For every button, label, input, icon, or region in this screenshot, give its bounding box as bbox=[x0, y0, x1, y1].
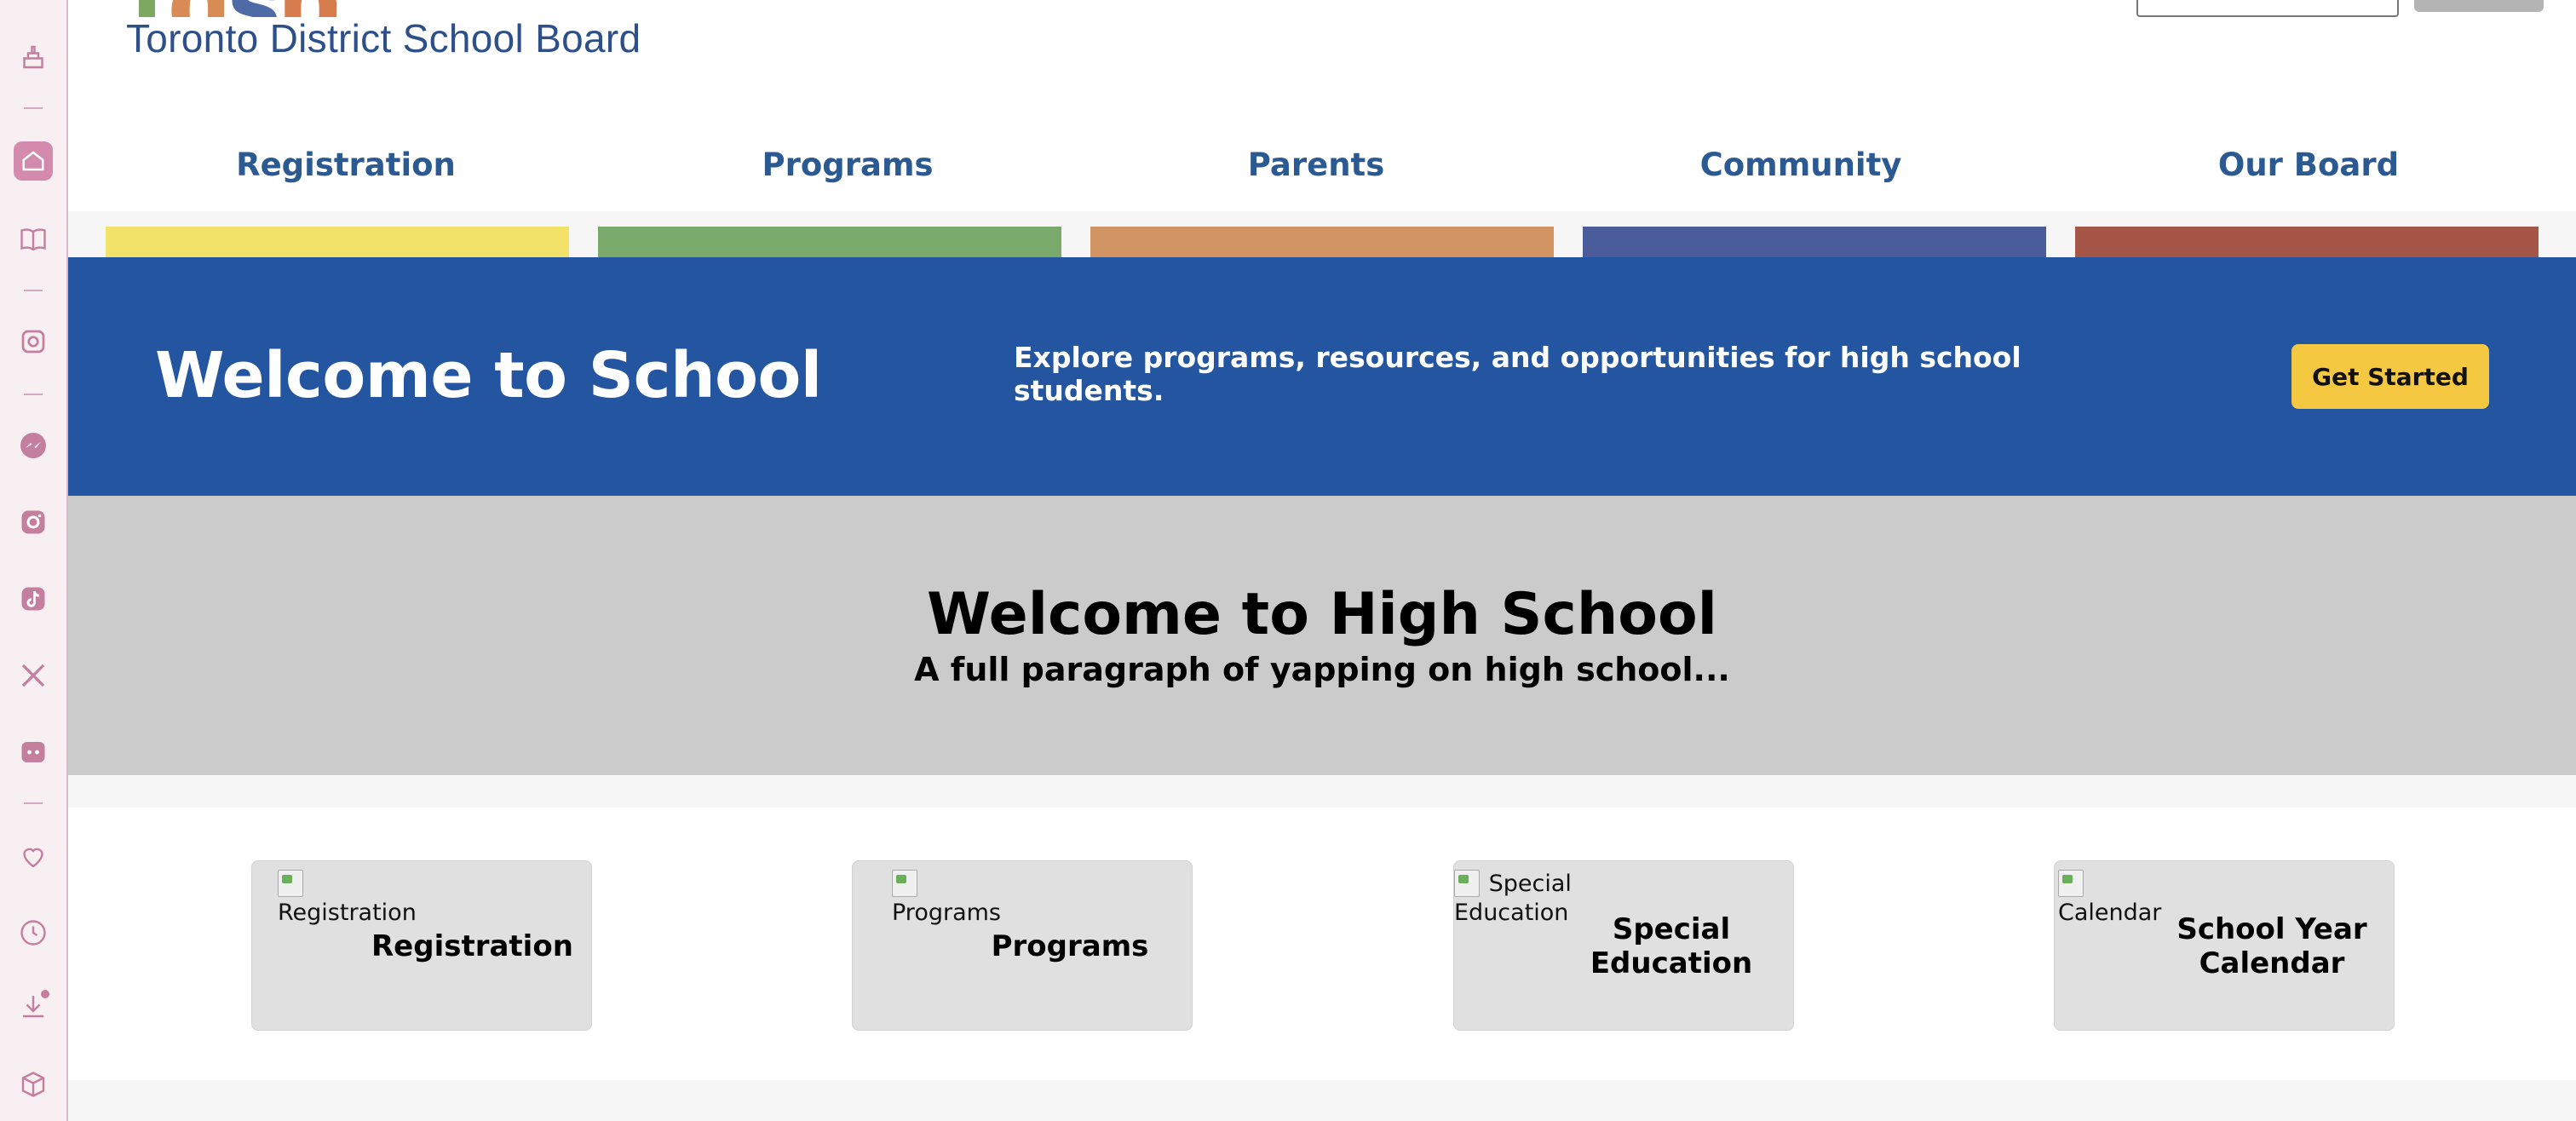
clock-icon[interactable] bbox=[15, 915, 51, 951]
download-icon[interactable] bbox=[15, 988, 51, 1024]
nav-color-bar bbox=[598, 227, 1061, 257]
sidebar-divider bbox=[24, 290, 43, 291]
nav-programs[interactable]: Programs bbox=[762, 147, 933, 183]
card-title: School Year Calendar bbox=[2176, 912, 2367, 980]
nav-our-board[interactable]: Our Board bbox=[2218, 147, 2399, 183]
nav-color-bar bbox=[1583, 227, 2046, 257]
nav-color-bars bbox=[68, 211, 2576, 257]
logo-letter: t bbox=[129, 0, 173, 17]
search-button[interactable] bbox=[2414, 0, 2544, 12]
quick-link-card-special-education[interactable]: Special Education Special Education bbox=[1453, 860, 1794, 1031]
quick-link-card-calendar[interactable]: Calendar School Year Calendar bbox=[2054, 860, 2395, 1031]
image-alt-text: Registration bbox=[278, 900, 417, 926]
card-title: Special Education bbox=[1590, 912, 1753, 980]
tiktok-icon[interactable] bbox=[15, 581, 51, 617]
broken-image-icon bbox=[2058, 870, 2084, 897]
nav-parents[interactable]: Parents bbox=[1248, 147, 1384, 183]
broken-image-icon bbox=[278, 870, 303, 897]
brush-icon[interactable] bbox=[15, 39, 51, 75]
broken-image-icon bbox=[1454, 870, 1480, 897]
intro-heading: Welcome to High School bbox=[927, 581, 1717, 648]
home-icon[interactable] bbox=[14, 141, 53, 181]
sidebar-divider bbox=[24, 107, 43, 109]
get-started-button[interactable]: Get Started bbox=[2291, 344, 2489, 409]
section-spacer bbox=[68, 1080, 2576, 1121]
box-icon[interactable] bbox=[15, 1066, 51, 1102]
web-page: tdsb Toronto District School Board Regis… bbox=[68, 0, 2576, 1121]
intro-body: A full paragraph of yapping on high scho… bbox=[914, 651, 1730, 688]
hero-banner: Welcome to School Explore programs, reso… bbox=[68, 257, 2576, 496]
discord-icon[interactable] bbox=[15, 734, 51, 770]
logo[interactable]: tdsb bbox=[129, 0, 336, 17]
messenger-icon[interactable] bbox=[15, 428, 51, 463]
nav-color-bar bbox=[1090, 227, 1554, 257]
logo-letter: b bbox=[276, 0, 336, 17]
hero-tagline: Explore programs, resources, and opportu… bbox=[1014, 341, 2021, 407]
card-title: Programs bbox=[991, 929, 1149, 963]
book-icon[interactable] bbox=[15, 221, 51, 257]
logo-letter: s bbox=[228, 0, 281, 17]
sidebar-divider bbox=[24, 802, 43, 804]
broken-image: Programs bbox=[892, 870, 1062, 928]
ai-icon[interactable] bbox=[15, 324, 51, 359]
site-header: tdsb Toronto District School Board bbox=[68, 0, 2576, 114]
nav-color-bar bbox=[2075, 227, 2539, 257]
image-alt-text: Calendar bbox=[2058, 900, 2162, 926]
broken-image: Registration bbox=[278, 870, 448, 928]
x-icon[interactable] bbox=[15, 658, 51, 693]
card-title: Registration bbox=[371, 929, 573, 963]
logo-letter: d bbox=[168, 0, 233, 17]
nav-color-bar bbox=[106, 227, 569, 257]
browser-sidebar bbox=[0, 0, 68, 1121]
broken-image-icon bbox=[892, 870, 917, 897]
sidebar-divider bbox=[24, 394, 43, 395]
instagram-icon[interactable] bbox=[15, 504, 51, 540]
intro-section: Welcome to High School A full paragraph … bbox=[68, 496, 2576, 775]
image-alt-text: Programs bbox=[892, 900, 1001, 926]
hero-title: Welcome to School bbox=[155, 339, 822, 412]
heart-icon[interactable] bbox=[15, 838, 51, 874]
section-spacer bbox=[68, 775, 2576, 808]
quick-link-card-registration[interactable]: Registration Registration bbox=[251, 860, 592, 1031]
nav-community[interactable]: Community bbox=[1700, 147, 1902, 183]
search-input[interactable] bbox=[2136, 0, 2399, 17]
quick-link-card-programs[interactable]: Programs Programs bbox=[852, 860, 1193, 1031]
nav-registration[interactable]: Registration bbox=[236, 147, 456, 183]
brand-name[interactable]: Toronto District School Board bbox=[126, 15, 641, 61]
notification-dot bbox=[41, 990, 49, 998]
